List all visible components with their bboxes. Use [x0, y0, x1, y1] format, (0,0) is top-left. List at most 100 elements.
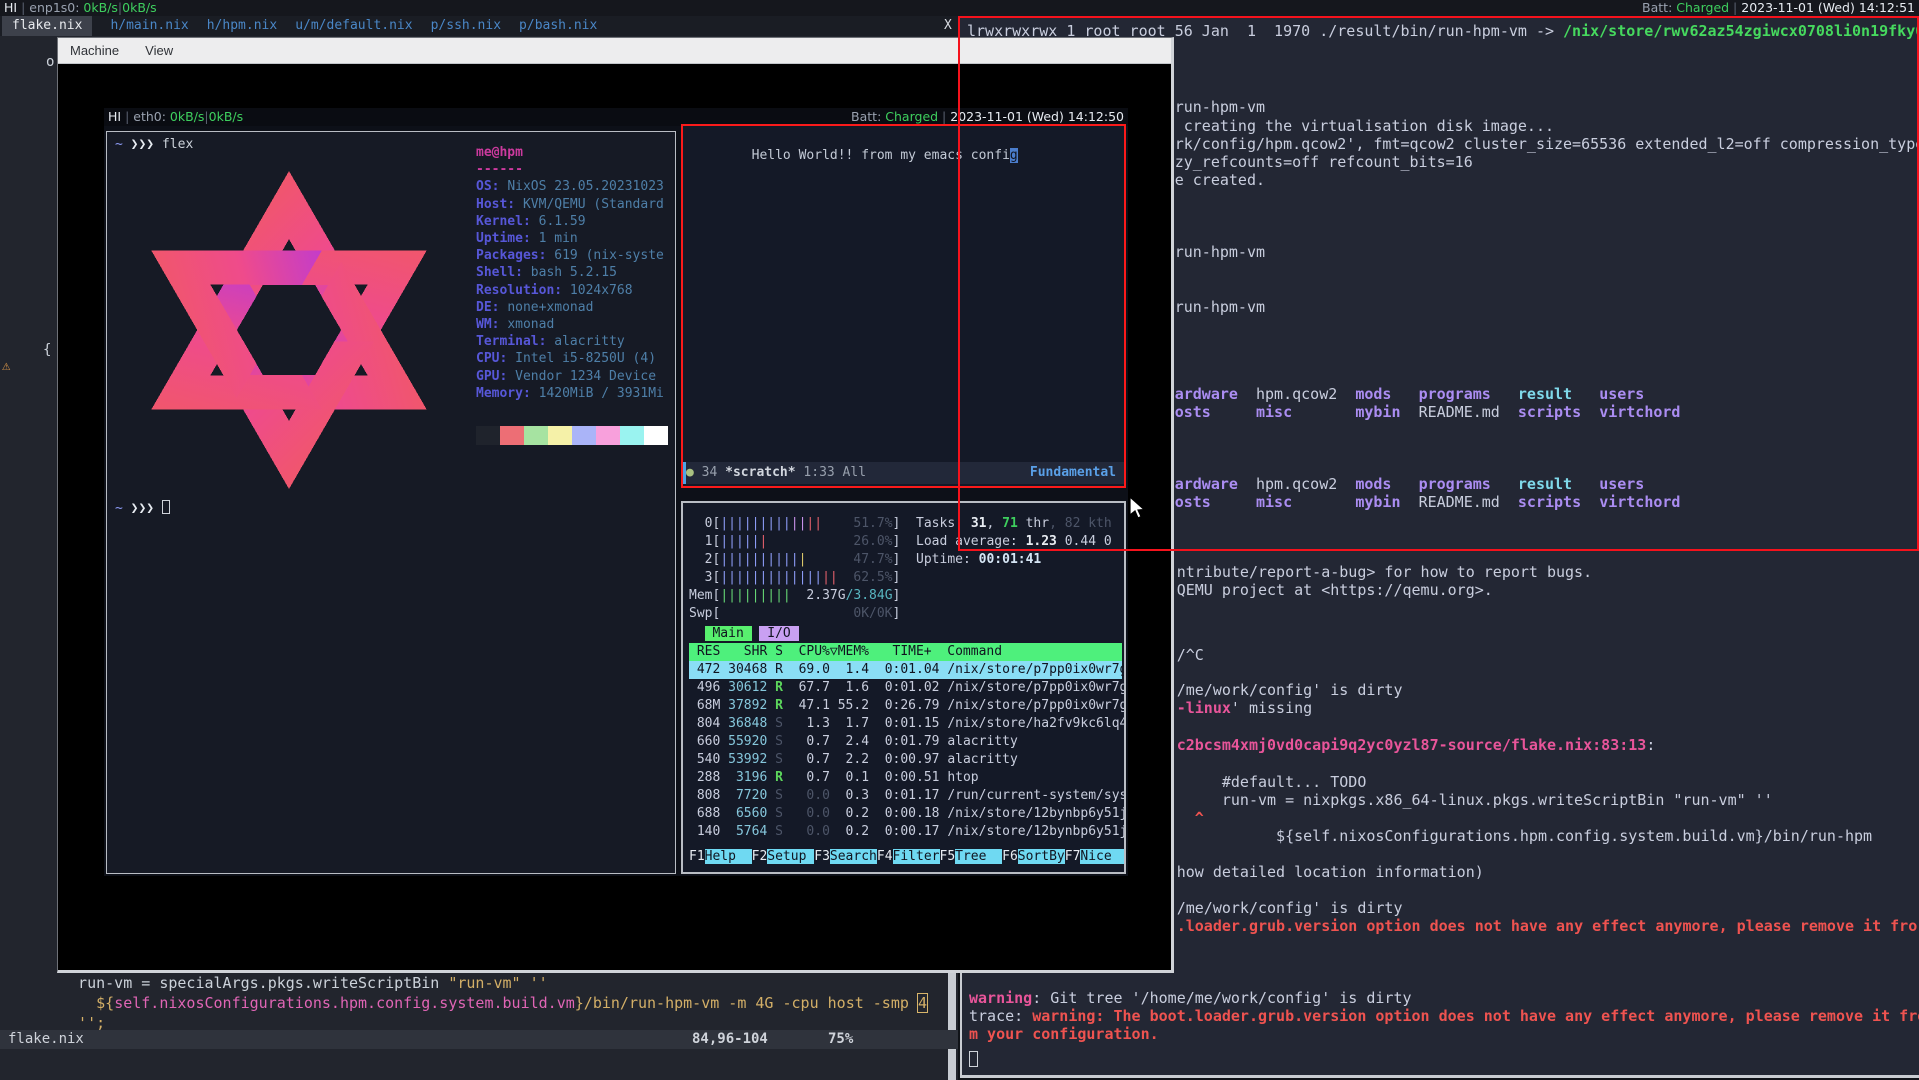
shell-prompt: ~ ❯❯❯ flex [115, 136, 193, 153]
neofetch-line: GPU: Vendor 1234 Device [476, 368, 674, 385]
htop-line: 0[||||||||||||| 51.7%] Tasks: 31, 71 thr… [689, 515, 1112, 533]
palette-swatch [596, 426, 620, 445]
qemu-vm-window[interactable]: Machine View HI | eth0: 0kB/s|0kB/s Batt… [57, 37, 1174, 973]
menu-machine[interactable]: Machine [70, 38, 119, 63]
fn-key[interactable]: F4 [877, 849, 893, 864]
htop-line: 2[||||||||||| 47.7%] Uptime: 00:01:41 [689, 551, 1041, 569]
neofetch-output: me@hpm------OS: NixOS 23.05.20231023Host… [476, 144, 674, 402]
host-battery-clock: Batt: Charged | 2023-11-01 (Wed) 14:12:5… [1642, 0, 1915, 16]
fn-key-label[interactable]: Setup [767, 849, 814, 864]
qemu-menu-bar: Machine View [58, 38, 1171, 64]
htop-process-row: 472 30468 R 69.0 1.4 0:01.04 /nix/store/… [689, 661, 1122, 679]
vm-emacs-window[interactable]: Hello World!! from my emacs config ● 34 … [681, 124, 1126, 488]
htop-process-row: 496 30612 R 67.7 1.6 0:01.02 /nix/store/… [689, 679, 1126, 697]
buffer-glyph: ⚠ [2, 358, 10, 374]
htop-line: Mem[||||||||| 2.37G/3.84G] [689, 587, 900, 605]
nixos-logo [113, 158, 465, 502]
vm-display[interactable]: HI | eth0: 0kB/s|0kB/s Batt: Charged | 2… [104, 108, 1128, 876]
neofetch-line: Host: KVM/QEMU (Standard [476, 196, 674, 213]
emacs-right-fringe [948, 973, 956, 1080]
htop-process-row: 540 53992 S 0.7 2.2 0:00.97 alacritty [689, 751, 1018, 769]
buffer-glyph: { [43, 342, 51, 358]
htop-function-bar: F1Help F2Setup F3SearchF4FilterF5Tree F6… [689, 848, 1126, 866]
modeline-buffer-name: flake.nix [8, 1030, 84, 1049]
tab-item[interactable]: p/bash.nix [519, 16, 597, 36]
emacs-scratch-text: Hello World!! from my emacs config [689, 130, 1018, 181]
code-line: ${self.nixosConfigurations.hpm.config.sy… [60, 993, 927, 1013]
close-icon[interactable]: X [944, 18, 952, 34]
tab-item[interactable]: u/m/default.nix [295, 16, 412, 36]
fn-key-label[interactable]: Help [705, 849, 752, 864]
vm-modeline-major-mode: Fundamental [1030, 462, 1116, 484]
tab-item[interactable]: h/main.nix [110, 16, 188, 36]
shell-prompt-empty: ~ ❯❯❯ [115, 500, 170, 517]
htop-process-row: 808 7720 S 0.0 0.3 0:01.17 /run/current-… [689, 787, 1126, 805]
htop-tab[interactable]: Main [705, 626, 752, 641]
htop-process-row: 660 55920 S 0.7 2.4 0:01.79 alacritty [689, 733, 1018, 751]
emacs-modeline: flake.nix 84,96-104 75% [0, 1030, 958, 1049]
buffer-glyph: o [46, 54, 54, 70]
vm-terminal-window[interactable]: ~ ❯❯❯ flex [106, 131, 676, 874]
neofetch-line: Resolution: 1024x768 [476, 282, 674, 299]
palette-swatch [644, 426, 668, 445]
neofetch-line: Shell: bash 5.2.15 [476, 264, 674, 281]
fn-key-label[interactable]: Filter [893, 849, 940, 864]
fn-key[interactable]: F6 [1002, 849, 1018, 864]
htop-process-row: 288 3196 R 0.7 0.1 0:00.51 htop [689, 769, 979, 787]
htop-tab[interactable]: I/O [759, 626, 798, 641]
neofetch-line: Kernel: 6.1.59 [476, 213, 674, 230]
host-status-bar: HI | enp1s0: 0kB/s|0kB/s Batt: Charged |… [0, 0, 1919, 16]
neofetch-line: ------ [476, 161, 674, 178]
palette-swatch [572, 426, 596, 445]
tab-active[interactable]: flake.nix [2, 16, 92, 36]
fn-key-label[interactable]: Nice [1080, 849, 1126, 864]
modeline-percent: 75% [828, 1030, 853, 1049]
fn-key[interactable]: F5 [940, 849, 956, 864]
palette-swatch [476, 426, 500, 445]
htop-process-row: 688 6560 S 0.0 0.2 0:00.18 /nix/store/12… [689, 805, 1126, 823]
vm-network-status: HI | eth0: 0kB/s|0kB/s [108, 108, 243, 126]
menu-view[interactable]: View [145, 38, 173, 63]
neofetch-line: OS: NixOS 23.05.20231023 [476, 178, 674, 195]
vm-modeline-buffer-info: ● 34 *scratch* 1:33 All [686, 465, 866, 480]
htop-tabs: Main I/O [689, 625, 806, 643]
tab-item[interactable]: p/ssh.nix [431, 16, 501, 36]
terminal-line: trace: warning: The boot.loader.grub.ver… [969, 1007, 1919, 1025]
fn-key-label[interactable]: SortBy [1018, 849, 1065, 864]
htop-table-header: RES SHR S CPU%▽MEM% TIME+ Command [689, 643, 1122, 661]
htop-process-row: 68M 37892 R 47.1 55.2 0:26.79 /nix/store… [689, 697, 1126, 715]
neofetch-line: Uptime: 1 min [476, 230, 674, 247]
fn-key-label[interactable]: Search [830, 849, 877, 864]
neofetch-line: WM: xmonad [476, 316, 674, 333]
fn-key[interactable]: F7 [1065, 849, 1081, 864]
mouse-pointer-icon [1128, 496, 1146, 520]
palette-swatch [524, 426, 548, 445]
terminal-line: warning: Git tree '/home/me/work/config'… [969, 989, 1412, 1007]
code-line: run-vm = specialArgs.pkgs.writeScriptBin… [60, 973, 548, 993]
htop-process-row: 804 36848 S 1.3 1.7 0:01.15 /nix/store/h… [689, 715, 1126, 733]
tab-item[interactable]: h/hpm.nix [207, 16, 277, 36]
terminal-line: m your configuration. [969, 1025, 1159, 1043]
terminal-cursor [969, 1051, 978, 1067]
neofetch-line: Memory: 1420MiB / 3931Mi [476, 385, 674, 402]
fn-key[interactable]: F2 [752, 849, 768, 864]
neofetch-line: me@hpm [476, 144, 674, 161]
vm-emacs-modeline: ● 34 *scratch* 1:33 All Fundamental [683, 462, 1124, 484]
host-network-status: HI | enp1s0: 0kB/s|0kB/s [4, 0, 157, 16]
fn-key[interactable]: F1 [689, 849, 705, 864]
shell-cursor [162, 500, 170, 514]
vm-htop-window[interactable]: 0[||||||||||||| 51.7%] Tasks: 31, 71 thr… [681, 501, 1126, 874]
terminal-color-palette [476, 426, 668, 445]
neofetch-line: CPU: Intel i5-8250U (4) [476, 350, 674, 367]
neofetch-line: Terminal: alacritty [476, 333, 674, 350]
palette-swatch [620, 426, 644, 445]
htop-line: Swp[ 0K/0K] [689, 605, 900, 623]
palette-swatch [548, 426, 572, 445]
palette-swatch [500, 426, 524, 445]
fn-key-label[interactable]: Tree [955, 849, 1002, 864]
htop-line: 3[||||||||||||||| 62.5%] [689, 569, 900, 587]
htop-process-row: 140 5764 S 0.0 0.2 0:00.17 /nix/store/12… [689, 823, 1126, 841]
fn-key[interactable]: F3 [814, 849, 830, 864]
neofetch-line: Packages: 619 (nix-syste [476, 247, 674, 264]
neofetch-line: DE: none+xmonad [476, 299, 674, 316]
